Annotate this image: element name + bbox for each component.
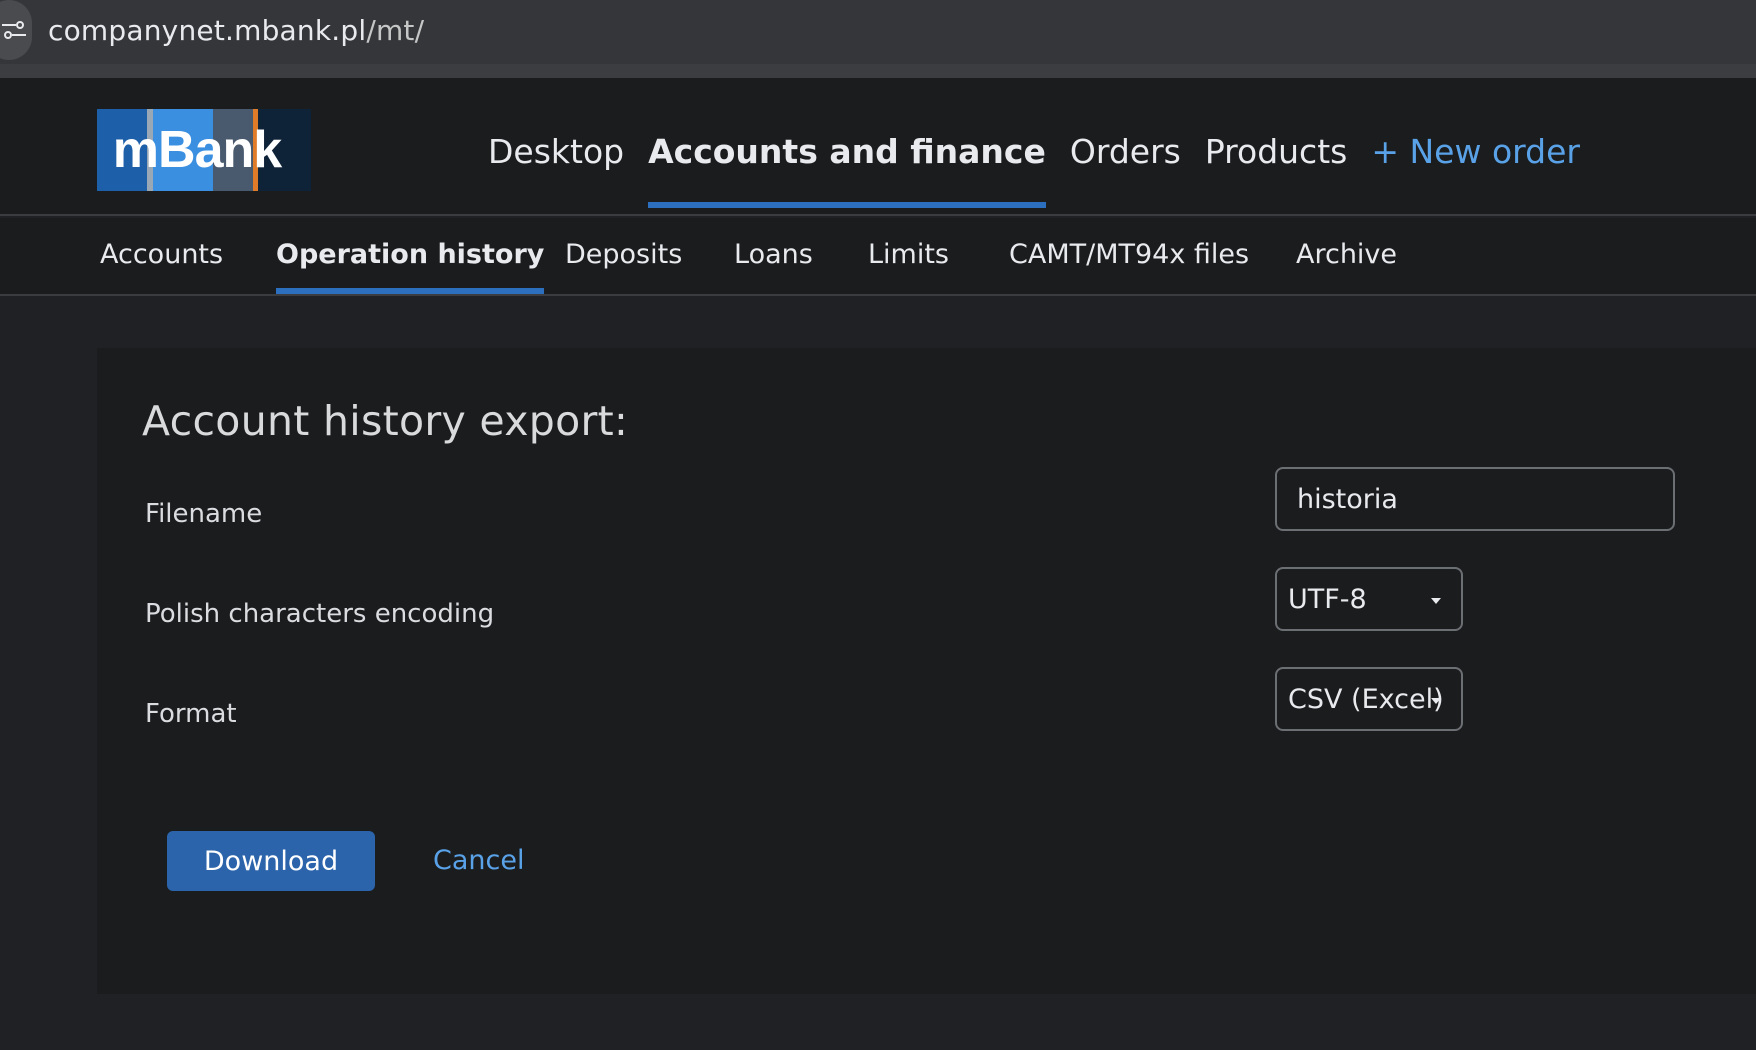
format-label: Format [145,699,237,729]
app-header: mBank Desktop Accounts and finance Order… [0,78,1756,216]
site-info-button[interactable] [0,0,32,60]
logo-text: mBank [112,121,282,179]
encoding-select[interactable]: UTF-8 [1275,567,1463,631]
chevron-down-icon [1431,598,1441,604]
url-path: /mt/ [366,14,425,47]
encoding-label: Polish characters encoding [145,599,495,629]
format-select[interactable]: CSV (Excel) [1275,667,1463,731]
tab-archive[interactable]: Archive [1296,238,1397,272]
browser-toolbar-divider [0,64,1756,78]
format-selected-value: CSV (Excel) [1288,683,1444,715]
tab-deposits[interactable]: Deposits [565,238,682,272]
tune-icon [2,21,26,39]
download-button[interactable]: Download [167,831,375,891]
main-navigation: Desktop Accounts and finance Orders Prod… [488,124,1604,208]
nav-orders[interactable]: Orders [1070,132,1181,172]
nav-desktop[interactable]: Desktop [488,132,624,172]
nav-new-order[interactable]: + New order [1371,132,1580,172]
mbank-logo[interactable]: mBank [97,109,311,191]
url-host: companynet.mbank.pl [48,14,367,47]
page-title: Account history export: [142,397,629,445]
url-field[interactable]: companynet.mbank.pl/mt/ [48,14,424,48]
tab-operation-history[interactable]: Operation history [276,238,545,294]
sub-navigation: Accounts Operation history Deposits Loan… [0,218,1756,296]
tab-limits[interactable]: Limits [868,238,949,272]
nav-products[interactable]: Products [1205,132,1348,172]
tab-camt-files[interactable]: CAMT/MT94x files [1009,238,1249,272]
nav-accounts-and-finance[interactable]: Accounts and finance [648,132,1046,208]
encoding-selected-value: UTF-8 [1288,583,1367,615]
tab-accounts[interactable]: Accounts [100,238,223,272]
tab-loans[interactable]: Loans [734,238,813,272]
filename-input[interactable] [1275,467,1675,531]
cancel-link[interactable]: Cancel [433,844,524,878]
filename-label: Filename [145,499,263,529]
browser-address-bar: companynet.mbank.pl/mt/ [0,0,1756,64]
export-panel: Account history export: Filename Polish … [97,348,1756,994]
chevron-down-icon [1431,698,1441,704]
